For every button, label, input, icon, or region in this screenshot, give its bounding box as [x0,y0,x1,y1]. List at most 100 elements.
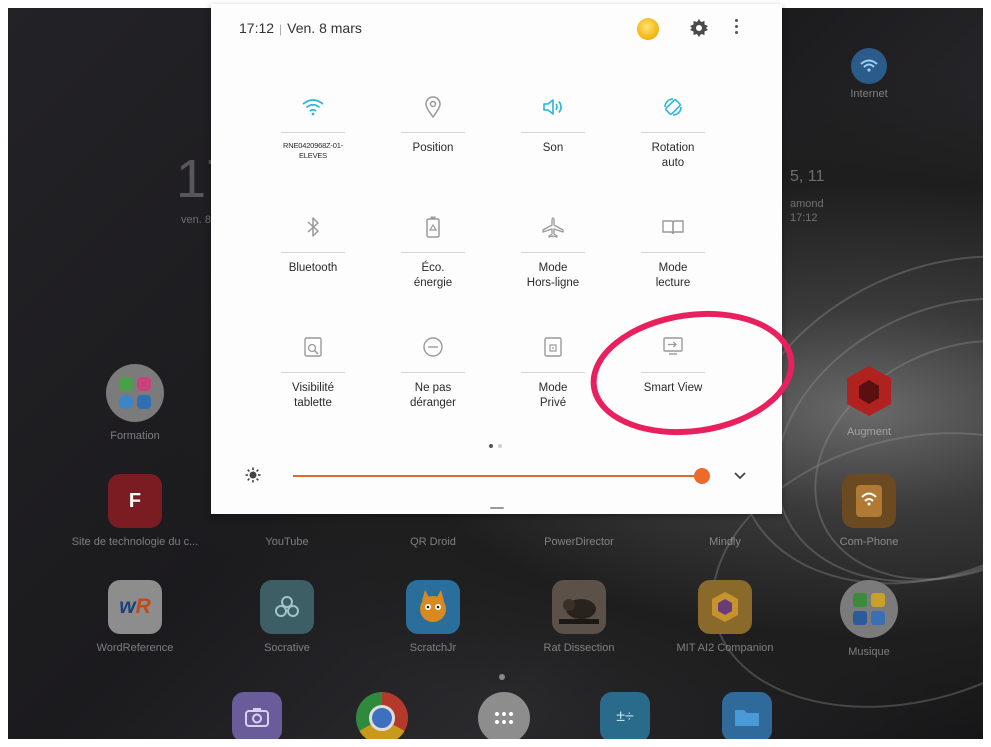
weather-widget-time: 17:12 [790,212,818,224]
app-musique[interactable]: Musique [804,580,934,658]
settings-gear-icon[interactable] [689,18,709,38]
app-site-technologie[interactable]: F Site de technologie du c... [70,474,200,548]
quick-settings-panel: 17:12 | Ven. 8 mars RNE0420968Z-01- ELEVES… [211,4,782,514]
tile-position[interactable]: Position [373,92,493,156]
tile-label: Éco. énergie [413,262,453,289]
rotation-icon [658,92,688,122]
tile-divider [281,252,345,253]
tile-mode-hors-ligne[interactable]: Mode Hors-ligne [493,212,613,291]
tile-divider [281,372,345,373]
panel-page-indicator [489,435,507,453]
app-scratchjr[interactable]: ScratchJr [368,580,498,654]
music-folder-icon [840,580,898,638]
panel-drag-handle[interactable] [490,507,504,509]
app-label: PowerDirector [544,536,614,548]
app-label: YouTube [265,536,309,548]
location-icon [418,92,448,122]
f-letter-icon: F [108,474,162,528]
augment-icon [842,364,896,418]
internet-icon [851,48,887,84]
tile-eco-energie[interactable]: Éco. énergie [373,212,493,291]
app-label: ScratchJr [409,642,457,654]
page-dot [498,444,502,448]
do-not-disturb-icon [418,332,448,362]
tile-mode-lecture[interactable]: Mode lecture [613,212,733,291]
brightness-icon [244,466,262,484]
tile-divider [521,252,585,253]
book-icon [658,212,688,242]
more-options-icon[interactable] [733,16,739,40]
tile-ne-pas-deranger[interactable]: Ne pas déranger [373,332,493,411]
panel-date: Ven. 8 mars [287,20,362,36]
app-label: Socrative [264,642,310,654]
tile-son[interactable]: Son [493,92,613,156]
app-label: Formation [110,430,160,442]
tile-label: Rotation auto [651,142,695,169]
com-phone-icon [842,474,896,528]
app-internet[interactable]: Internet [804,48,934,100]
camera-icon[interactable] [232,692,282,739]
tile-divider [521,372,585,373]
mit-ai2-icon [698,580,752,634]
tile-divider [521,132,585,133]
tile-divider [401,132,465,133]
tile-label: Son [542,142,564,154]
tile-divider [401,252,465,253]
app-label: Musique [848,646,890,658]
app-label: Site de technologie du c... [71,536,199,548]
tile-rotation-auto[interactable]: Rotation auto [613,92,733,171]
private-mode-icon [538,332,568,362]
apps-drawer-icon[interactable] [478,692,530,739]
tile-label: Mode Hors-ligne [526,262,580,289]
tile-label: RNE0420968Z-01- ELEVES [283,141,343,160]
app-label: Augment [846,426,892,438]
battery-eco-icon [418,212,448,242]
app-label: Com-Phone [839,536,899,548]
weather-widget-location: amond [790,198,824,210]
wordreference-icon: wR [108,580,162,634]
my-files-icon[interactable] [722,692,772,739]
tile-divider [401,372,465,373]
page-dot-active [489,444,493,448]
tile-label: Visibilité tablette [292,382,334,409]
calculator-icon[interactable]: ±÷ [600,692,650,739]
tile-label: Bluetooth [288,262,338,274]
tile-wifi[interactable]: RNE0420968Z-01- ELEVES [253,92,373,161]
app-label: MIT AI2 Companion [676,642,774,654]
app-label: Mindly [709,536,741,548]
panel-datetime: 17:12 | Ven. 8 mars [239,20,362,36]
app-socrative[interactable]: Socrative [222,580,352,654]
bluetooth-icon [298,212,328,242]
app-mit-ai2-companion[interactable]: MIT AI2 Companion [660,580,790,654]
app-rat-dissection[interactable]: Rat Dissection [514,580,644,654]
scratchjr-icon [406,580,460,634]
wifi-icon [298,92,328,122]
app-label: Rat Dissection [543,642,615,654]
chrome-icon[interactable] [356,692,408,739]
speaker-icon [538,92,568,122]
app-augment[interactable]: Augment [804,364,934,438]
tile-label: Position [412,142,454,154]
tile-divider [641,132,705,133]
airplane-icon [538,212,568,242]
app-label: Internet [850,88,888,100]
brightness-slider-thumb[interactable] [694,468,710,484]
app-label: WordReference [96,642,174,654]
tile-visibilite-tablette[interactable]: Visibilité tablette [253,332,373,411]
folder-icon [106,364,164,422]
chevron-down-icon[interactable] [731,466,749,484]
tile-label: Ne pas déranger [409,382,457,409]
app-formation[interactable]: Formation [70,364,200,442]
home-clock-date: ven. 8 [181,214,211,226]
tablet-search-icon [298,332,328,362]
weather-widget-temp: 5, 11 [790,168,825,185]
rat-dissection-icon [552,580,606,634]
app-com-phone[interactable]: Com-Phone [804,474,934,548]
user-avatar[interactable] [637,18,659,40]
tile-bluetooth[interactable]: Bluetooth [253,212,373,276]
app-label: QR Droid [410,536,456,548]
home-page-indicator [499,674,505,680]
tile-divider [281,132,345,133]
app-wordreference[interactable]: wR WordReference [70,580,200,654]
brightness-slider-track[interactable] [293,475,702,477]
